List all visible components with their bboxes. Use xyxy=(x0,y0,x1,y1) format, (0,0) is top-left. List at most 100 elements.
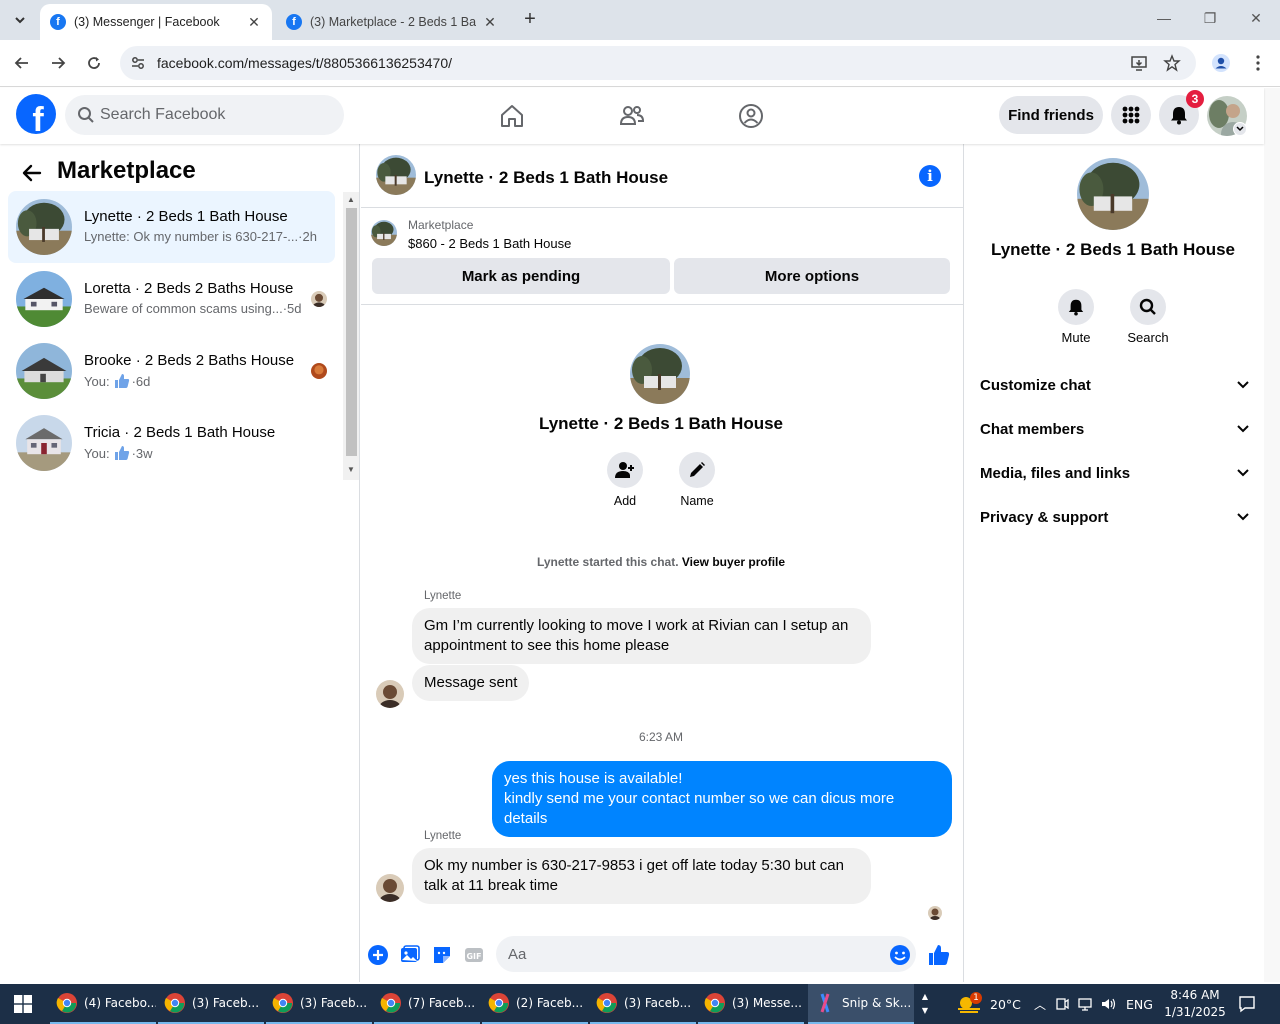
view-buyer-profile-link[interactable]: View buyer profile xyxy=(682,555,785,569)
chat-members-section[interactable]: Chat members xyxy=(972,409,1257,449)
chat-item-brooke[interactable]: Brooke · 2 Beds 2 Baths House You: · 6d xyxy=(8,335,335,407)
emoji-icon[interactable] xyxy=(889,944,911,966)
chat-item-lynette[interactable]: Lynette · 2 Beds 1 Bath House Lynette: O… xyxy=(8,191,335,263)
privacy-support-section[interactable]: Privacy & support xyxy=(972,497,1257,537)
gif-icon[interactable]: GIF xyxy=(463,944,485,966)
mark-as-pending-button[interactable]: Mark as pending xyxy=(372,258,670,294)
chrome-icon xyxy=(272,992,294,1014)
action-center-icon[interactable] xyxy=(1238,995,1256,1013)
taskbar-chrome-window[interactable]: (3) Faceb... xyxy=(158,984,264,1024)
media-files-links-section[interactable]: Media, files and links xyxy=(972,453,1257,493)
page-scrollbar[interactable] xyxy=(1264,88,1280,982)
browser-toolbar: facebook.com/messages/t/8805366136253470… xyxy=(0,40,1280,87)
address-bar[interactable]: facebook.com/messages/t/8805366136253470… xyxy=(120,46,1196,80)
windows-start-icon[interactable] xyxy=(14,995,32,1013)
facebook-logo-icon[interactable]: f xyxy=(16,94,56,134)
chat-avatar xyxy=(16,343,72,399)
search-input[interactable] xyxy=(100,95,330,135)
scroll-down-icon[interactable]: ▼ xyxy=(343,462,359,478)
taskbar-scroll-arrows[interactable]: ▲ ▼ xyxy=(918,984,932,1024)
conversation-avatar[interactable] xyxy=(376,155,416,195)
tab-search-chevron-icon[interactable] xyxy=(8,8,32,32)
search-in-conversation-button[interactable]: Search xyxy=(1118,289,1178,345)
weather-widget[interactable]: 1 20°C xyxy=(956,984,1021,1024)
taskbar-chrome-window[interactable]: (2) Faceb... xyxy=(482,984,588,1024)
close-tab-icon[interactable]: ✕ xyxy=(482,14,498,31)
install-app-icon[interactable] xyxy=(1130,54,1148,72)
message-bubble-incoming[interactable]: Message sent xyxy=(412,665,530,701)
volume-icon[interactable] xyxy=(1101,997,1117,1011)
friends-icon[interactable] xyxy=(618,102,646,130)
forward-arrow-icon[interactable] xyxy=(47,52,69,74)
conversation-title[interactable]: Lynette · 2 Beds 1 Bath House xyxy=(424,168,668,188)
chevron-up-icon[interactable]: ▲ xyxy=(922,990,928,1004)
new-tab-button[interactable]: + xyxy=(520,9,540,30)
meet-now-icon[interactable] xyxy=(1055,997,1069,1011)
listing-thumbnail[interactable] xyxy=(371,220,397,246)
chevron-down-icon xyxy=(1237,425,1249,433)
groups-icon[interactable] xyxy=(737,102,765,130)
chat-avatar xyxy=(16,415,72,471)
customize-chat-section[interactable]: Customize chat xyxy=(972,365,1257,405)
photo-icon[interactable] xyxy=(399,944,421,966)
account-chevron-icon[interactable] xyxy=(1233,122,1247,136)
scrollbar-thumb[interactable] xyxy=(346,208,357,456)
weather-alert-badge: 1 xyxy=(970,992,982,1004)
message-bubble-incoming[interactable]: Ok my number is 630-217-9853 i get off l… xyxy=(412,848,871,904)
network-icon[interactable] xyxy=(1078,997,1092,1011)
taskbar-chrome-window[interactable]: (3) Faceb... xyxy=(590,984,696,1024)
sender-avatar[interactable] xyxy=(376,680,404,708)
back-arrow-icon[interactable] xyxy=(20,161,44,185)
chat-item-tricia[interactable]: Tricia · 2 Beds 1 Bath House You: · 3w xyxy=(8,407,335,479)
chevron-down-icon xyxy=(1237,469,1249,477)
bookmark-star-icon[interactable] xyxy=(1163,54,1181,72)
more-options-button[interactable]: More options xyxy=(674,258,950,294)
close-window-icon[interactable]: ✕ xyxy=(1246,10,1266,27)
show-hidden-icons-chevron-icon[interactable]: ︿ xyxy=(1034,996,1046,1013)
close-tab-icon[interactable]: ✕ xyxy=(246,14,262,31)
menu-grid-icon[interactable] xyxy=(1111,95,1151,135)
find-friends-button[interactable]: Find friends xyxy=(999,96,1103,134)
details-avatar[interactable] xyxy=(1077,158,1149,230)
message-composer: GIF xyxy=(361,934,963,978)
taskbar-chrome-window[interactable]: (3) Faceb... xyxy=(266,984,372,1024)
message-bubble-outgoing[interactable]: yes this house is available! kindly send… xyxy=(492,761,952,837)
edit-name-button[interactable]: Name xyxy=(672,452,722,508)
chat-name: Brooke · 2 Beds 2 Baths House xyxy=(84,352,295,369)
home-icon[interactable] xyxy=(498,102,526,130)
pencil-icon xyxy=(690,462,705,477)
taskbar-chrome-window[interactable]: (4) Facebo... xyxy=(50,984,156,1024)
mute-button[interactable]: Mute xyxy=(1046,289,1106,345)
message-timestamp: 6:23 AM xyxy=(638,730,684,744)
add-people-button[interactable]: Add xyxy=(600,452,650,508)
message-input[interactable] xyxy=(496,936,916,972)
message-bubble-incoming[interactable]: Gm I’m currently looking to move I work … xyxy=(412,608,871,664)
message-sender: Lynette xyxy=(424,830,462,842)
restore-icon[interactable]: ❐ xyxy=(1200,10,1220,27)
browser-tab-marketplace[interactable]: f (3) Marketplace - 2 Beds 1 Bath ✕ xyxy=(276,4,508,40)
chevron-down-icon[interactable]: ▼ xyxy=(922,1004,928,1018)
facebook-search[interactable] xyxy=(65,95,344,135)
minimize-icon[interactable]: — xyxy=(1154,10,1174,26)
reload-icon[interactable] xyxy=(83,52,105,74)
back-arrow-icon[interactable] xyxy=(11,52,33,74)
profile-icon[interactable] xyxy=(1210,52,1232,74)
taskbar-snip-sketch-window[interactable]: Snip & Sk... xyxy=(808,984,914,1024)
sticker-icon[interactable] xyxy=(431,944,453,966)
chat-list-sidebar: Marketplace Lynette · 2 Beds 1 Bath Hous… xyxy=(0,144,360,982)
thumbs-up-send-icon[interactable] xyxy=(928,944,950,966)
search-icon xyxy=(78,107,94,123)
chat-item-loretta[interactable]: Loretta · 2 Beds 2 Baths House Beware of… xyxy=(8,263,335,335)
scroll-up-icon[interactable]: ▲ xyxy=(343,192,359,208)
taskbar-chrome-window[interactable]: (7) Faceb... xyxy=(374,984,480,1024)
site-settings-icon[interactable] xyxy=(130,55,146,71)
listing-price[interactable]: $860 - 2 Beds 1 Bath House xyxy=(408,236,571,251)
input-language[interactable]: ENG xyxy=(1126,997,1153,1012)
browser-tab-messenger[interactable]: f (3) Messenger | Facebook ✕ xyxy=(40,4,272,40)
taskbar-chrome-window[interactable]: (3) Messe... xyxy=(698,984,804,1024)
info-icon[interactable]: i xyxy=(919,165,941,187)
plus-circle-icon[interactable] xyxy=(367,944,389,966)
browser-menu-icon[interactable] xyxy=(1247,52,1269,74)
sender-avatar[interactable] xyxy=(376,874,404,902)
taskbar-clock[interactable]: 8:46 AM 1/31/2025 xyxy=(1164,987,1226,1021)
